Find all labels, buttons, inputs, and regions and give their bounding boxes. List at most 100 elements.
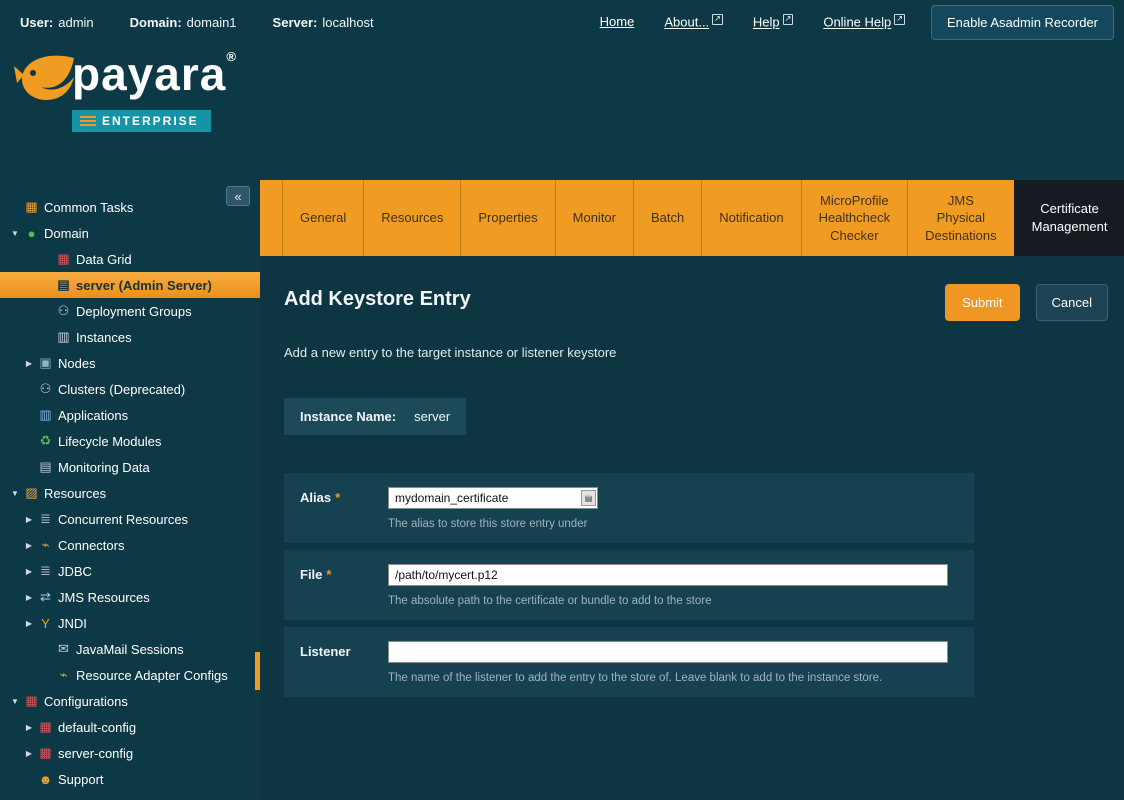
sidebar-item-deployment-groups[interactable]: ⚇Deployment Groups [0,298,260,324]
chevron-right-icon[interactable]: ▶ [22,723,36,732]
field-row-listener: ListenerThe name of the listener to add … [284,627,974,697]
sidebar-item-label: default-config [58,720,136,735]
brand-name: payara® [72,50,237,98]
action-buttons: Submit Cancel [945,284,1108,321]
sidebar-item-data-grid[interactable]: ▦Data Grid [0,246,260,272]
chevron-right-icon[interactable]: ▶ [22,541,36,550]
required-asterisk: * [335,490,340,505]
chevron-right-icon[interactable]: ▶ [22,567,36,576]
sidebar-item-support[interactable]: ☻Support [0,766,260,792]
sidebar-item-lifecycle-modules[interactable]: ♻Lifecycle Modules [0,428,260,454]
enable-asadmin-recorder-button[interactable]: Enable Asadmin Recorder [931,5,1114,40]
tab-notification[interactable]: Notification [701,180,800,256]
input-wrap [388,641,948,663]
chevron-down-icon[interactable]: ▼ [8,489,22,498]
sidebar-item-applications[interactable]: ▥Applications [0,402,260,428]
user-label: User: [20,15,53,30]
sidebar-item-concurrent-resources[interactable]: ▶≣Concurrent Resources [0,506,260,532]
tab-batch[interactable]: Batch [633,180,701,256]
sidebar-item-jndi[interactable]: ▶YJNDI [0,610,260,636]
sidebar-item-label: Lifecycle Modules [58,434,161,449]
edition-label: ENTERPRISE [102,114,199,128]
instance-name-label: Instance Name: [300,409,396,424]
sidebar-item-jms-resources[interactable]: ▶⇄JMS Resources [0,584,260,610]
tab-bar: GeneralResourcesPropertiesMonitorBatchNo… [260,180,1124,256]
support-icon: ☻ [36,772,55,787]
cancel-button[interactable]: Cancel [1036,284,1108,321]
field-help-text: The alias to store this store entry unde… [388,518,958,530]
tab-certificate-management[interactable]: Certificate Management [1014,180,1124,256]
page-title: Add Keystore Entry [284,288,471,311]
sidebar-item-clusters-deprecated[interactable]: ⚇Clusters (Deprecated) [0,376,260,402]
tab-microprofile-healthcheck-checker[interactable]: MicroProfile Healthcheck Checker [801,180,908,256]
field-help-text: The absolute path to the certificate or … [388,595,958,607]
tab-resources[interactable]: Resources [363,180,460,256]
sidebar-item-server-admin-server[interactable]: ▤server (Admin Server) [0,272,260,298]
jndi-icon: Y [36,616,55,631]
chevron-right-icon[interactable]: ▶ [22,619,36,628]
sidebar-item-monitoring-data[interactable]: ▤Monitoring Data [0,454,260,480]
stripes-icon [80,116,96,126]
sidebar-item-label: JNDI [58,616,87,631]
alias-input[interactable] [388,487,598,509]
chevron-down-icon[interactable]: ▼ [8,229,22,238]
data-grid-icon: ▦ [54,251,73,267]
sidebar-item-default-config[interactable]: ▶▦default-config [0,714,260,740]
sidebar-item-label: Domain [44,226,89,241]
sidebar-item-label: Concurrent Resources [58,512,188,527]
field-row-alias: Alias*▤The alias to store this store ent… [284,473,974,543]
sidebar-item-domain[interactable]: ▼●Domain [0,220,260,246]
topbar-link-help[interactable]: Help↗ [753,14,793,29]
sidebar-item-label: Applications [58,408,128,423]
chevron-right-icon[interactable]: ▶ [22,749,36,758]
external-link-icon: ↗ [712,14,723,25]
config-icon: ▦ [36,745,55,761]
jms-resources-icon: ⇄ [36,589,55,605]
tab-jms-physical-destinations[interactable]: JMS Physical Destinations [907,180,1014,256]
tab-monitor[interactable]: Monitor [555,180,633,256]
sidebar-item-label: JavaMail Sessions [76,642,184,657]
sidebar-item-jdbc[interactable]: ▶≣JDBC [0,558,260,584]
resource-adapter-configs-icon: ⌁ [54,667,73,683]
submit-button[interactable]: Submit [945,284,1019,321]
listener-input[interactable] [388,641,948,663]
sidebar-item-configurations[interactable]: ▼▦Configurations [0,688,260,714]
page-description: Add a new entry to the target instance o… [284,345,1108,360]
sidebar-item-resources[interactable]: ▼▨Resources [0,480,260,506]
topbar-link-about[interactable]: About...↗ [664,14,723,29]
user-info: User:admin [20,15,94,30]
file-input[interactable] [388,564,948,586]
sidebar-item-label: server-config [58,746,133,761]
chevron-right-icon[interactable]: ▶ [22,359,36,368]
sidebar-item-common-tasks[interactable]: ▦Common Tasks [0,194,260,220]
sidebar-item-label: Data Grid [76,252,132,267]
sidebar-item-label: Nodes [58,356,96,371]
sidebar-item-instances[interactable]: ▥Instances [0,324,260,350]
topbar-link-home[interactable]: Home [600,14,635,29]
sidebar-scrollbar[interactable] [255,652,260,690]
registered-mark: ® [226,49,237,64]
field-label-file: File* [300,564,388,582]
chevron-right-icon[interactable]: ▶ [22,515,36,524]
sidebar-item-nodes[interactable]: ▶▣Nodes [0,350,260,376]
sidebar-collapse-button[interactable]: « [226,186,250,206]
domain-icon: ● [22,226,41,241]
sidebar-item-connectors[interactable]: ▶⌁Connectors [0,532,260,558]
sidebar-item-resource-adapter-configs[interactable]: ⌁Resource Adapter Configs [0,662,260,688]
field-label-listener: Listener [300,641,388,659]
tab-properties[interactable]: Properties [460,180,554,256]
chevron-right-icon[interactable]: ▶ [22,593,36,602]
top-bar: User:admin Domain:domain1 Server:localho… [0,0,1124,44]
topbar-link-online-help[interactable]: Online Help↗ [823,14,905,29]
javamail-sessions-icon: ✉ [54,641,73,657]
sidebar-item-label: Deployment Groups [76,304,192,319]
field-label-alias: Alias* [300,487,388,505]
tab-general[interactable]: General [282,180,363,256]
instances-icon: ▥ [54,329,73,345]
sidebar-item-javamail-sessions[interactable]: ✉JavaMail Sessions [0,636,260,662]
server-value: localhost [322,15,373,30]
sidebar-item-server-config[interactable]: ▶▦server-config [0,740,260,766]
sidebar-item-label: Monitoring Data [58,460,150,475]
chevron-down-icon[interactable]: ▼ [8,697,22,706]
concurrent-resources-icon: ≣ [36,511,55,527]
